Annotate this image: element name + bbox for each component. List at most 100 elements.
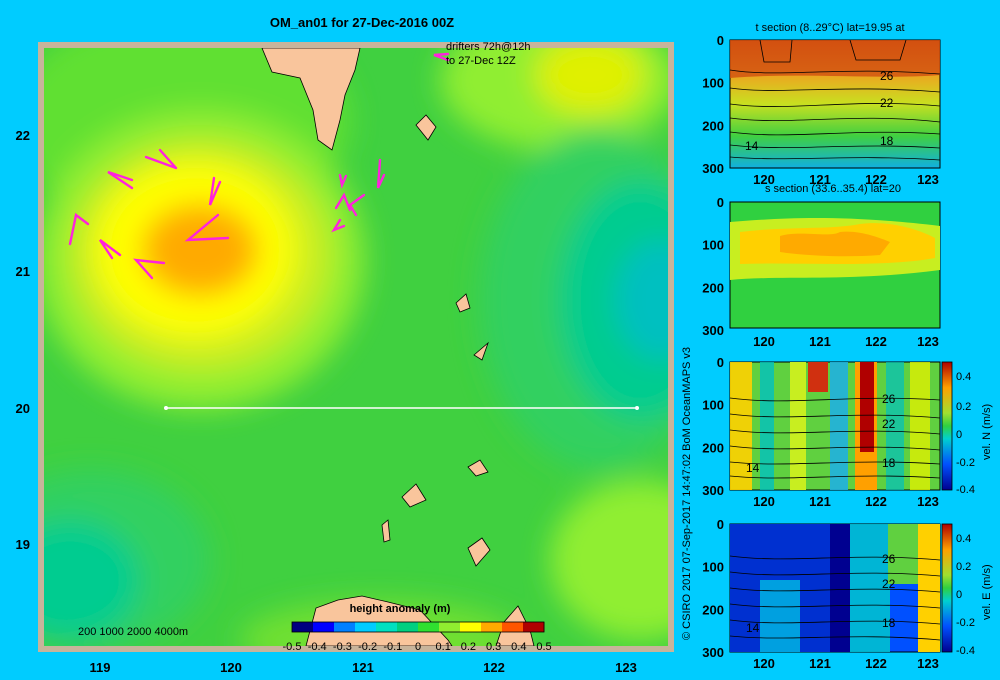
panel-lon-tick: 120 [753, 172, 775, 187]
svg-text:20: 20 [16, 401, 30, 416]
colorbar-label: -0.5 [283, 641, 302, 653]
panel-lon-tick: 122 [865, 656, 887, 671]
map-title: OM_an01 for 27-Dec-2016 00Z [270, 15, 454, 30]
depth-tick: 100 [702, 238, 724, 253]
svg-text:22: 22 [880, 96, 894, 110]
svg-text:123: 123 [615, 660, 637, 675]
panel-lon-tick: 120 [753, 494, 775, 509]
panel-lon-tick: 121 [809, 656, 831, 671]
height-colorbar [291, 621, 545, 633]
colorbar-swatch [355, 622, 377, 632]
ocean-map-figure: OM_an01 for 27-Dec-2016 00Z drifters 72h… [16, 15, 993, 675]
vel-n-label: vel. N (m/s) [981, 404, 993, 460]
height-colorbar-labels: -0.5 -0.4 -0.3 -0.2 -0.1 0 0.1 0.2 0.3 0.4 0.5 [283, 641, 552, 653]
panel-lon-tick: 121 [809, 494, 831, 509]
panel-lon-tick: 123 [917, 334, 939, 349]
colorbar-label: -0.2 [358, 641, 377, 653]
svg-text:26: 26 [882, 392, 896, 406]
svg-text:0.4: 0.4 [956, 533, 971, 545]
svg-text:18: 18 [882, 456, 896, 470]
svg-text:19: 19 [16, 537, 30, 552]
vel-n-colorbar [941, 361, 953, 491]
depth-tick: 0 [717, 195, 724, 210]
colorbar-label: -0.3 [333, 641, 352, 653]
colorbar-swatch [502, 622, 524, 632]
svg-text:22: 22 [882, 577, 896, 591]
colorbar-swatch [418, 622, 440, 632]
depth-tick: 200 [702, 602, 724, 617]
svg-text:21: 21 [16, 264, 30, 279]
map-lon-ticks: 119 120 121 122 123 [90, 660, 637, 675]
vel-e-ticks: 0.4 0.2 0 -0.2 -0.4 [956, 533, 975, 657]
depth-tick: 0 [717, 33, 724, 48]
colorbar-swatch [460, 622, 482, 632]
depth-tick: 100 [702, 398, 724, 413]
colorbar-label: -0.1 [383, 641, 402, 653]
panel-t-section [729, 39, 941, 169]
colorbar-swatch [376, 622, 398, 632]
depth-tick: 0 [717, 517, 724, 532]
svg-text:121: 121 [352, 660, 374, 675]
panel-lon-tick: 122 [865, 494, 887, 509]
panel-lon-tick: 122 [865, 334, 887, 349]
vel-e-colorbar [941, 523, 953, 653]
colorbar-swatch [439, 622, 461, 632]
colorbar-label: 0.5 [536, 641, 551, 653]
svg-text:14: 14 [746, 621, 760, 635]
svg-text:-0.2: -0.2 [956, 457, 975, 469]
colorbar-label: 0 [415, 641, 421, 653]
svg-text:22: 22 [882, 417, 896, 431]
panel-vn-section [729, 361, 941, 491]
depth-tick: 300 [702, 323, 724, 338]
svg-text:0.2: 0.2 [956, 561, 971, 573]
panel-s-section [729, 201, 941, 329]
svg-text:18: 18 [880, 134, 894, 148]
svg-text:0.4: 0.4 [956, 371, 971, 383]
colorbar-swatch [481, 622, 503, 632]
colorbar-swatch [397, 622, 419, 632]
depth-tick: 300 [702, 161, 724, 176]
svg-text:-0.2: -0.2 [956, 617, 975, 629]
depth-tick: 200 [702, 280, 724, 295]
svg-text:120: 120 [220, 660, 242, 675]
svg-text:0: 0 [956, 589, 962, 601]
drifter-note-1: drifters 72h@12h [446, 41, 531, 53]
panel-lon-tick: 123 [917, 656, 939, 671]
depth-tick: 300 [702, 645, 724, 660]
colorbar-label: 0.3 [486, 641, 501, 653]
colorbar-title: height anomaly (m) [350, 603, 451, 615]
colorbar-label: -0.4 [308, 641, 327, 653]
svg-text:-0.4: -0.4 [956, 484, 975, 496]
svg-text:14: 14 [745, 139, 759, 153]
svg-text:122: 122 [483, 660, 505, 675]
svg-text:0: 0 [956, 429, 962, 441]
panel-lon-tick: 120 [753, 334, 775, 349]
panel-lon-tick: 123 [917, 494, 939, 509]
svg-text:-0.4: -0.4 [956, 645, 975, 657]
colorbar-swatch [523, 622, 545, 632]
drifter-note-2: to 27-Dec 12Z [446, 55, 516, 67]
map-field [44, 48, 668, 646]
vel-n-ticks: 0.4 0.2 0 -0.2 -0.4 [956, 371, 975, 496]
depth-tick: 0 [717, 355, 724, 370]
svg-text:26: 26 [882, 552, 896, 566]
colorbar-swatch [313, 622, 335, 632]
depth-legend: 200 1000 2000 4000m [78, 626, 188, 638]
depth-tick: 300 [702, 483, 724, 498]
credit-text: © CSIRO 2017 07-Sep-2017 14:47:02 BoM Oc… [681, 347, 693, 640]
panel-lon-tick: 121 [809, 334, 831, 349]
panel-lon-tick: 120 [753, 656, 775, 671]
svg-text:22: 22 [16, 128, 30, 143]
panel-lon-tick: 122 [865, 172, 887, 187]
colorbar-label: 0.2 [461, 641, 476, 653]
depth-tick: 200 [702, 118, 724, 133]
svg-text:119: 119 [90, 660, 111, 675]
depth-tick: 200 [702, 440, 724, 455]
panel-lon-tick: 121 [809, 172, 831, 187]
panel-ve-section [729, 523, 941, 653]
depth-tick: 100 [702, 560, 724, 575]
vel-e-label: vel. E (m/s) [981, 564, 993, 620]
colorbar-label: 0.1 [436, 641, 451, 653]
t-contour-26: 26 [880, 69, 894, 83]
svg-text:14: 14 [746, 461, 760, 475]
